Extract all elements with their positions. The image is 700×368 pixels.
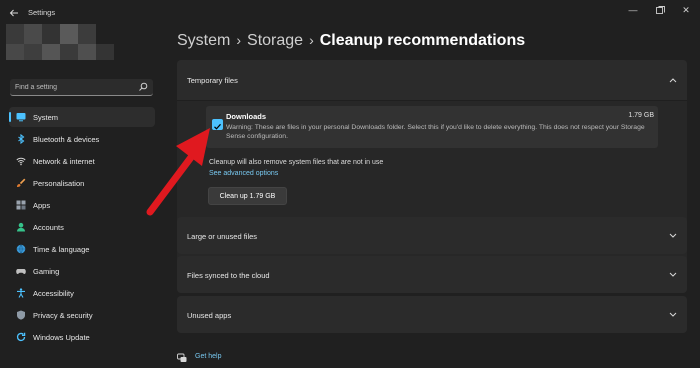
downloads-row[interactable]: Downloads 1.79 GB Warning: These are fil… [206,106,658,148]
annotation-arrow [146,128,210,216]
search-box[interactable] [10,79,153,96]
sidebar-item-label: Accounts [33,223,64,232]
cleanup-note: Cleanup will also remove system files th… [209,159,384,166]
sidebar-item-network[interactable]: Network & internet [9,151,155,171]
sidebar-item-label: Privacy & security [33,311,93,320]
breadcrumb-system[interactable]: System [177,32,230,49]
page-title: Cleanup recommendations [319,32,526,49]
help-icon [177,353,187,362]
person-icon [17,222,25,232]
sidebar-item-label: Apps [33,201,51,210]
shield-icon [17,310,25,320]
maximize-icon[interactable] [654,4,666,16]
sidebar-item-bluetooth[interactable]: Bluetooth & devices [9,129,155,149]
brush-icon [17,178,26,187]
sidebar-item-accounts[interactable]: Accounts [9,217,155,237]
close-icon[interactable]: ✕ [680,4,692,16]
chevron-down-icon[interactable] [669,233,677,239]
temporary-files-header[interactable]: Temporary files [177,60,687,100]
section-title: Unused apps [187,311,232,320]
sidebar-nav: System Bluetooth & devices Network & int… [9,107,155,349]
sidebar-item-label: Time & language [33,245,90,254]
large-unused-files-section[interactable]: Large or unused files [177,217,687,254]
sidebar-item-accessibility[interactable]: Accessibility [9,283,155,303]
globe-clock-icon [16,244,26,254]
active-indicator [9,112,11,122]
unused-apps-section[interactable]: Unused apps [177,296,687,333]
sidebar-item-label: Accessibility [33,289,74,298]
sidebar-item-personalisation[interactable]: Personalisation [9,173,155,193]
sidebar-item-label: Windows Update [33,333,90,342]
sidebar-item-system[interactable]: System [9,107,155,127]
monitor-icon [16,113,26,122]
breadcrumb-storage[interactable]: Storage [247,32,303,49]
minimize-icon[interactable]: — [627,4,639,16]
app-title: Settings [28,8,56,17]
sidebar-item-time-language[interactable]: Time & language [9,239,155,259]
sidebar-item-label: Gaming [33,267,60,276]
downloads-size: 1.79 GB [628,112,654,119]
chevron-up-icon[interactable] [669,77,677,83]
sidebar-item-label: Personalisation [33,179,85,188]
title-bar: Settings — ✕ [0,0,700,28]
downloads-title: Downloads [226,112,267,121]
back-arrow-icon[interactable] [8,7,20,19]
sidebar-item-privacy-security[interactable]: Privacy & security [9,305,155,325]
update-icon [16,332,26,342]
sidebar-item-label: Bluetooth & devices [33,135,100,144]
bluetooth-icon [18,134,25,144]
sidebar-item-gaming[interactable]: Gaming [9,261,155,281]
chevron-right-icon: › [309,32,314,48]
sidebar-item-windows-update[interactable]: Windows Update [9,327,155,347]
search-icon[interactable] [138,82,148,92]
downloads-warning: Warning: These are files in your persona… [226,124,645,140]
wifi-icon [16,157,26,166]
section-title: Temporary files [187,76,238,85]
accessibility-icon [17,288,25,298]
breadcrumb: System › Storage › Cleanup recommendations [177,32,525,50]
sidebar-item-label: Network & internet [33,157,95,166]
section-title: Files synced to the cloud [187,271,270,280]
files-synced-section[interactable]: Files synced to the cloud [177,256,687,293]
controller-icon [16,269,26,274]
section-title: Large or unused files [187,232,258,241]
sidebar-item-label: System [33,113,59,122]
get-help-label: Get help [195,353,222,360]
apps-icon [16,200,26,210]
chevron-right-icon: › [236,32,242,48]
search-input[interactable] [15,81,133,93]
sidebar-item-apps[interactable]: Apps [9,195,155,215]
chevron-down-icon[interactable] [669,272,677,278]
chevron-down-icon[interactable] [669,312,677,318]
